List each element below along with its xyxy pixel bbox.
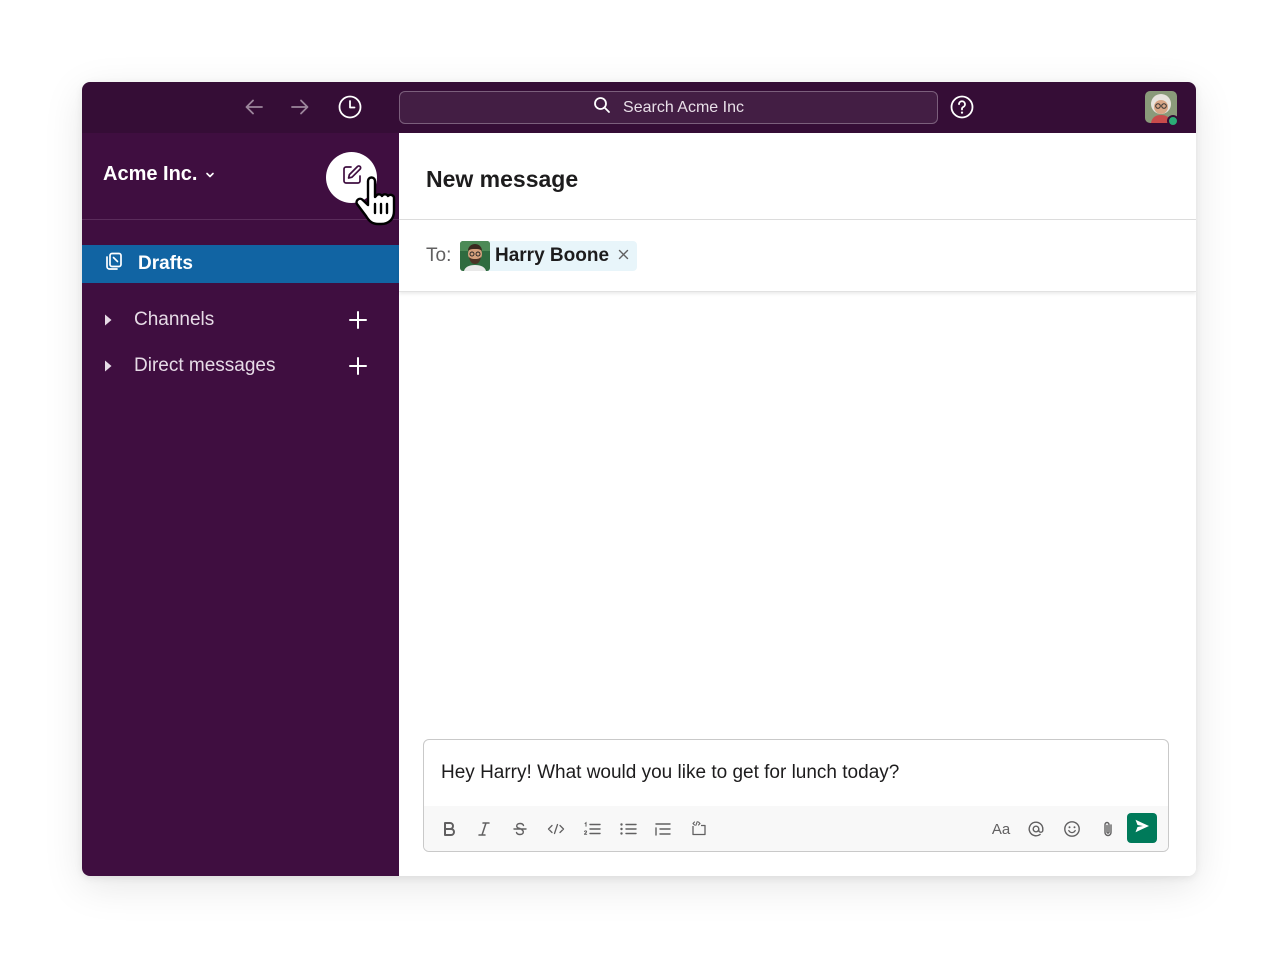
- sidebar-item-drafts[interactable]: Drafts: [82, 245, 399, 283]
- code-block-icon[interactable]: [687, 817, 711, 841]
- sidebar-item-label: Drafts: [138, 253, 193, 274]
- send-button[interactable]: [1127, 813, 1157, 843]
- workspace-header: Acme Inc.: [82, 133, 399, 226]
- code-icon[interactable]: [544, 817, 568, 841]
- section-label: Channels: [134, 309, 215, 330]
- page-title: New message: [426, 166, 579, 192]
- formatting-toolbar: Aa: [424, 806, 1168, 851]
- arrow-right-icon[interactable]: [286, 93, 314, 121]
- bulleted-list-icon[interactable]: [616, 817, 640, 841]
- send-icon: [1134, 818, 1150, 839]
- to-label: To:: [426, 245, 452, 266]
- section-label: Direct messages: [134, 355, 276, 376]
- recipient-chip[interactable]: Harry Boone: [460, 241, 638, 271]
- app-window: Search Acme Inc Acme Inc. Drafts Channel…: [82, 82, 1196, 876]
- arrow-left-icon[interactable]: [240, 93, 268, 121]
- search-input[interactable]: Search Acme Inc: [399, 91, 938, 124]
- search-icon: [593, 96, 611, 119]
- message-composer[interactable]: Hey Harry! What would you like to get fo…: [423, 739, 1169, 852]
- drafts-icon: [104, 251, 124, 277]
- workspace-name: Acme Inc.: [103, 163, 198, 185]
- add-channel-icon[interactable]: [346, 308, 370, 332]
- section-channels[interactable]: Channels: [82, 303, 399, 337]
- ordered-list-icon[interactable]: [580, 817, 604, 841]
- top-bar: Search Acme Inc: [82, 82, 1196, 133]
- search-placeholder: Search Acme Inc: [623, 98, 744, 116]
- workspace-menu[interactable]: Acme Inc.: [103, 163, 215, 186]
- bold-icon[interactable]: [437, 817, 461, 841]
- add-direct-message-icon[interactable]: [346, 354, 370, 378]
- emoji-icon[interactable]: [1060, 817, 1084, 841]
- text-format-toggle[interactable]: Aa: [987, 817, 1015, 841]
- sidebar: Acme Inc. Drafts Channels Direct message…: [82, 133, 399, 876]
- main-pane: New message To: Harry Boone Hey Harry! W…: [399, 133, 1196, 876]
- message-input[interactable]: Hey Harry! What would you like to get fo…: [441, 762, 899, 784]
- hand-cursor-icon: [354, 173, 404, 227]
- caret-right-icon[interactable]: [82, 359, 134, 373]
- recipient-avatar: [460, 241, 490, 271]
- recipient-name: Harry Boone: [495, 245, 610, 266]
- section-direct-messages[interactable]: Direct messages: [82, 349, 399, 383]
- presence-indicator: [1167, 115, 1179, 127]
- close-icon[interactable]: [618, 247, 629, 265]
- attachment-icon[interactable]: [1096, 817, 1120, 841]
- caret-right-icon[interactable]: [82, 313, 134, 327]
- chevron-down-icon: [205, 163, 215, 186]
- mention-icon[interactable]: [1024, 817, 1048, 841]
- clock-icon[interactable]: [336, 93, 364, 121]
- recipient-row[interactable]: To: Harry Boone: [399, 220, 1196, 292]
- blockquote-icon[interactable]: [651, 817, 675, 841]
- strikethrough-icon[interactable]: [508, 817, 532, 841]
- question-circle-icon[interactable]: [948, 93, 976, 121]
- italic-icon[interactable]: [472, 817, 496, 841]
